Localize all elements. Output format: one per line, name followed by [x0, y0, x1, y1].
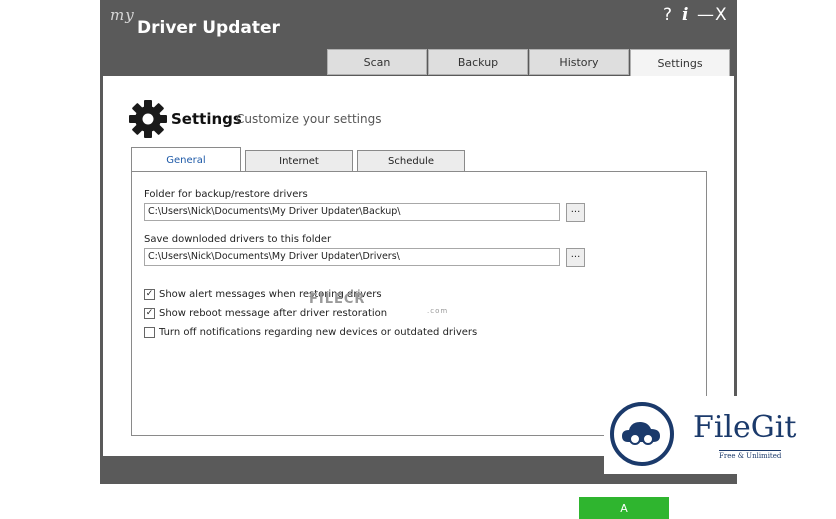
- logo-name: Driver Updater: [137, 18, 280, 38]
- checkbox-checked[interactable]: ✓: [144, 308, 155, 319]
- tab-backup[interactable]: Backup: [428, 49, 528, 75]
- page-subtitle: Customize your settings: [236, 112, 382, 126]
- download-folder-label: Save downloded drivers to this folder: [144, 234, 332, 245]
- settings-subtabs: General Internet Schedule: [131, 147, 469, 172]
- subtab-schedule[interactable]: Schedule: [357, 150, 465, 172]
- minimize-button[interactable]: —: [697, 5, 714, 25]
- notifications-checkbox[interactable]: Turn off notifications regarding new dev…: [144, 327, 477, 338]
- subtab-general[interactable]: General: [131, 147, 241, 172]
- backup-browse-button[interactable]: ...: [566, 203, 585, 222]
- filegit-badge: FileGit Free & Unlimited: [604, 396, 836, 474]
- close-button[interactable]: X: [715, 5, 727, 25]
- checkbox-unchecked[interactable]: [144, 327, 155, 338]
- filegit-name: FileGit: [693, 410, 797, 445]
- subtab-internet[interactable]: Internet: [245, 150, 353, 172]
- main-tabs: Scan Backup History Settings: [327, 49, 731, 76]
- tab-settings[interactable]: Settings: [630, 49, 730, 76]
- reboot-message-checkbox[interactable]: ✓ Show reboot message after driver resto…: [144, 308, 387, 319]
- help-button[interactable]: ?: [663, 5, 672, 25]
- logo-prefix: my: [110, 6, 135, 24]
- backup-folder-label: Folder for backup/restore drivers: [144, 189, 308, 200]
- checkbox-checked[interactable]: ✓: [144, 289, 155, 300]
- page-title: Settings: [171, 110, 242, 128]
- filegit-tagline: Free & Unlimited: [719, 450, 782, 460]
- notifications-label: Turn off notifications regarding new dev…: [159, 327, 478, 338]
- apply-button[interactable]: A: [579, 497, 669, 519]
- download-browse-button[interactable]: ...: [566, 248, 585, 267]
- info-button[interactable]: i: [682, 5, 688, 25]
- gear-icon: [129, 100, 167, 138]
- tab-history[interactable]: History: [529, 49, 629, 75]
- backup-folder-input[interactable]: C:\Users\Nick\Documents\My Driver Update…: [144, 203, 560, 221]
- tab-scan[interactable]: Scan: [327, 49, 427, 75]
- reboot-message-label: Show reboot message after driver restora…: [159, 308, 388, 319]
- filegit-logo-icon: [610, 402, 674, 466]
- download-folder-input[interactable]: C:\Users\Nick\Documents\My Driver Update…: [144, 248, 560, 266]
- filecr-watermark: FILECR .com: [309, 292, 449, 315]
